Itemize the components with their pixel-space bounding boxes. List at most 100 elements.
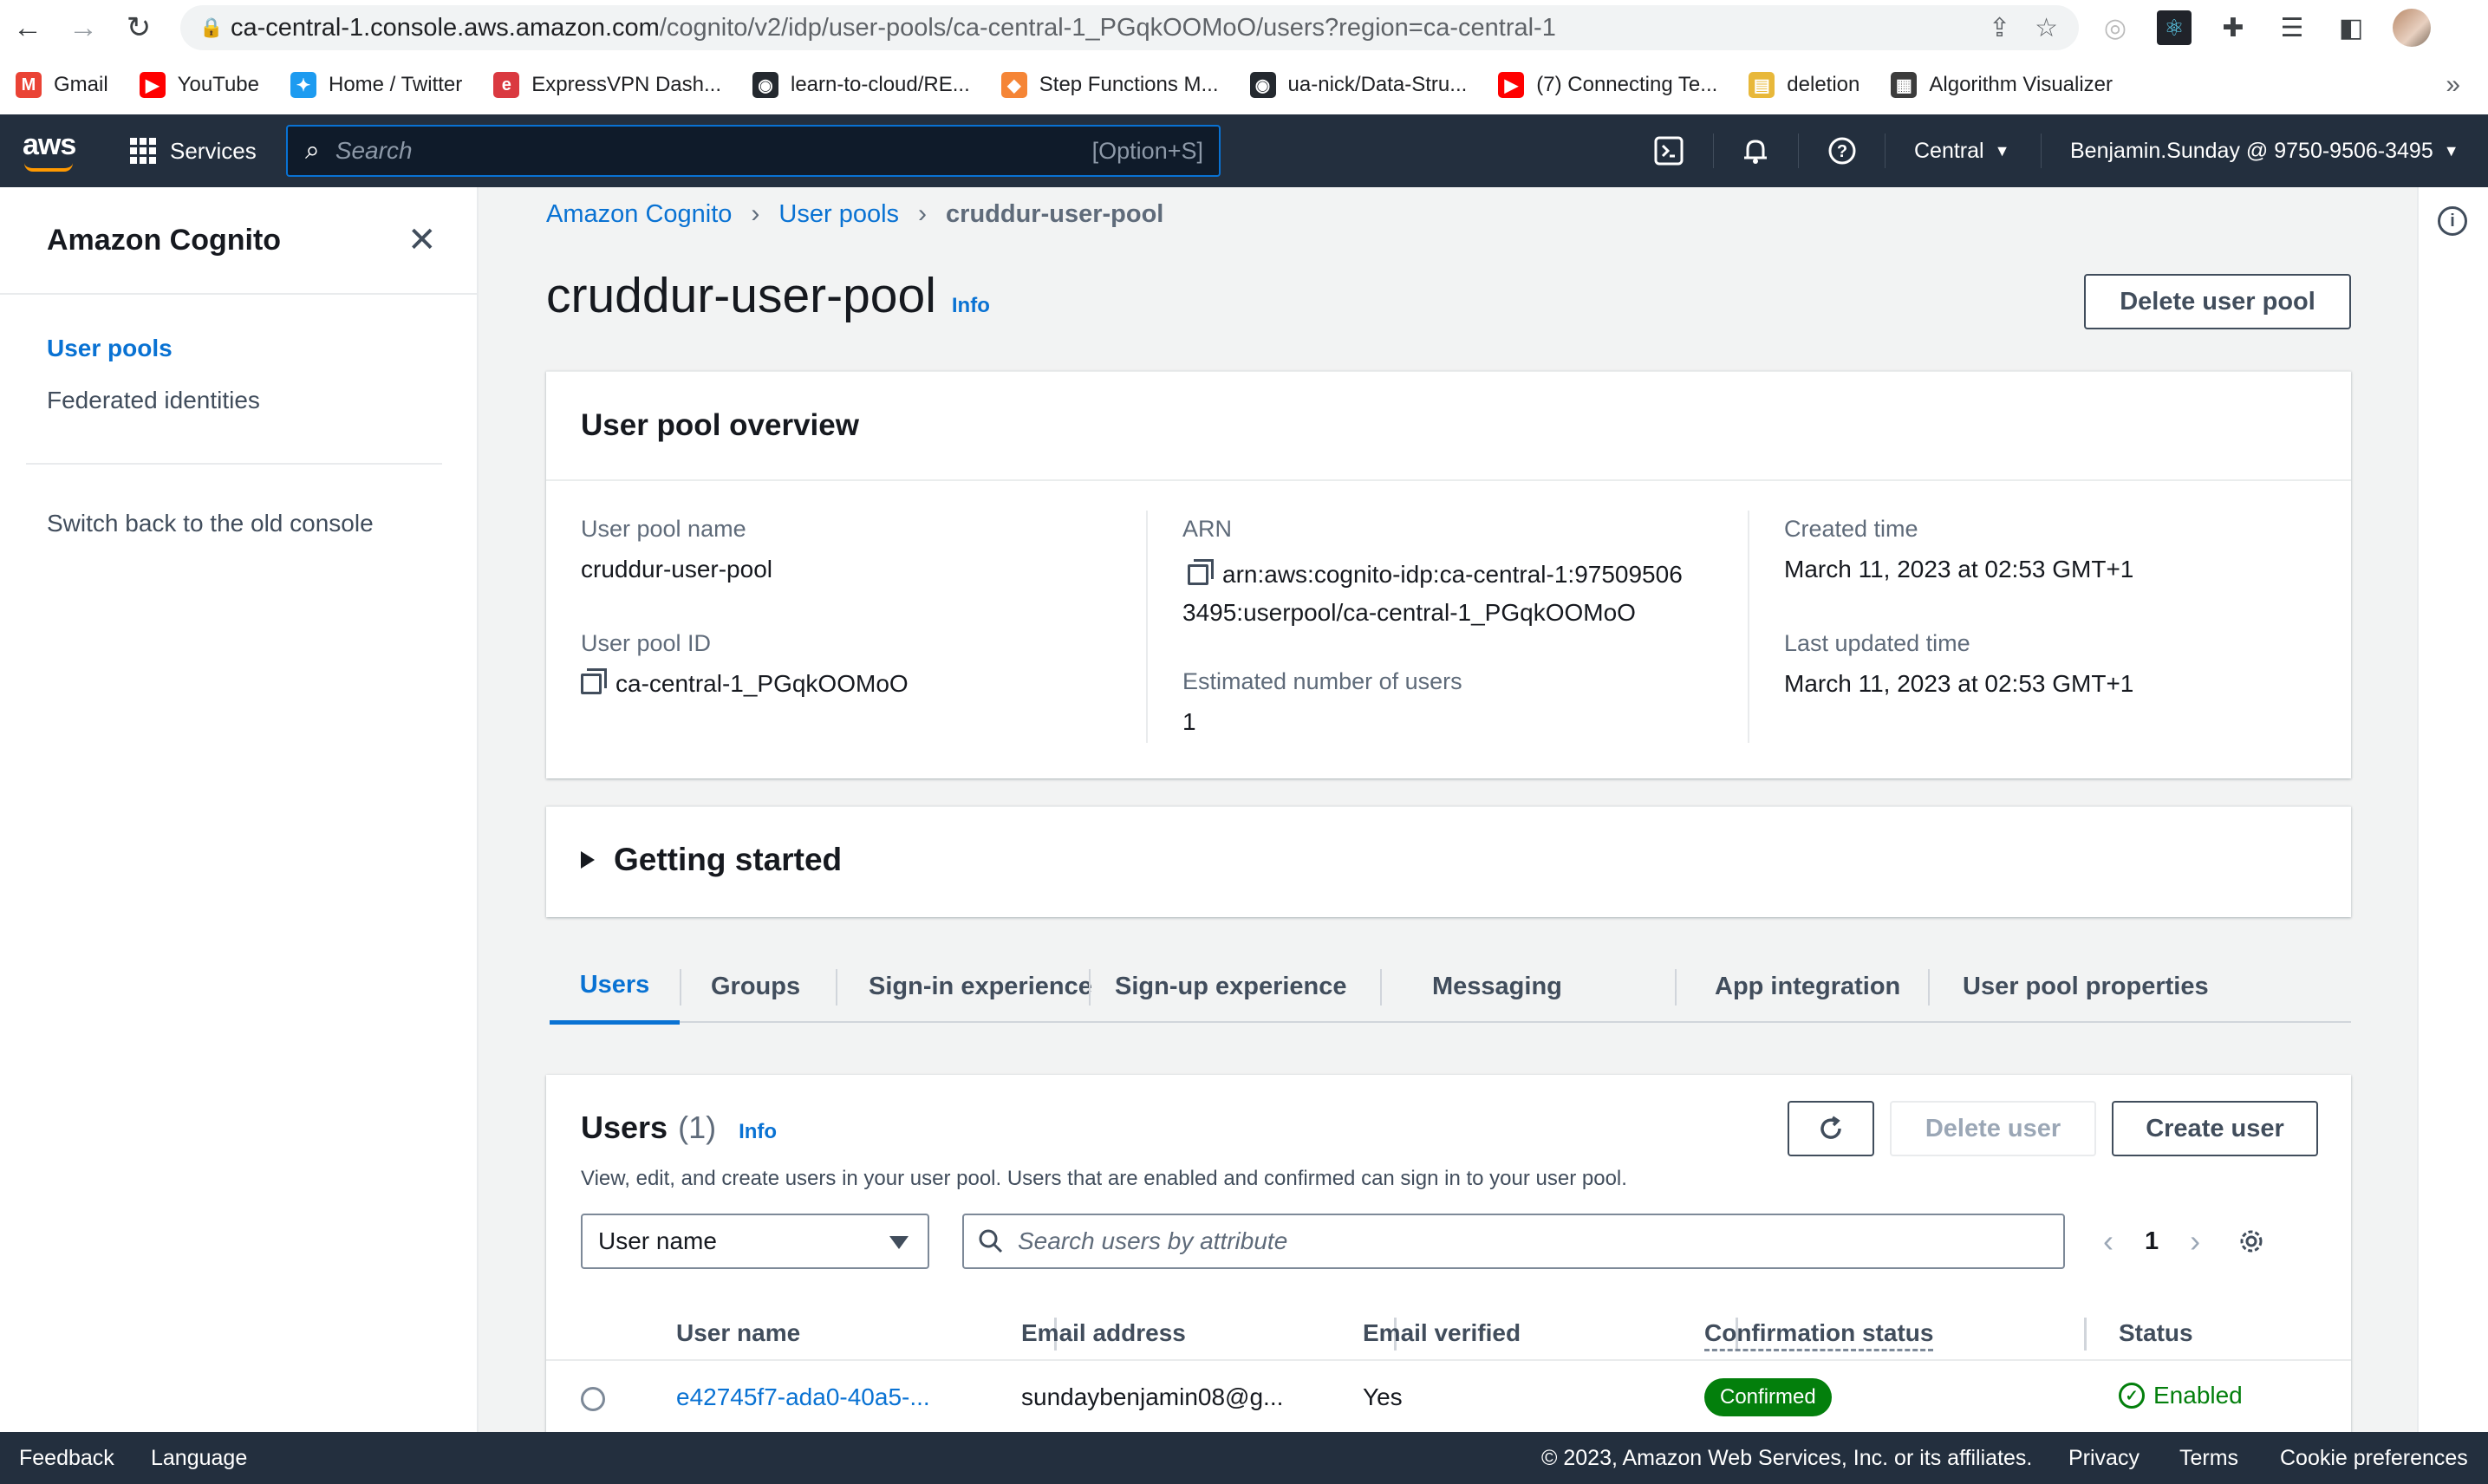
tab-messaging[interactable]: Messaging [1432, 950, 1562, 1023]
side-panel-icon[interactable]: ◧ [2334, 10, 2368, 45]
chevron-left-icon[interactable]: ‹ [2103, 1223, 2113, 1259]
users-info-link[interactable]: Info [739, 1120, 777, 1144]
close-icon[interactable]: ✕ [407, 220, 437, 260]
updated-time-value: March 11, 2023 at 02:53 GMT+1 [1784, 670, 2134, 697]
tab-sign-in-experience[interactable]: Sign-in experience [869, 950, 1092, 1023]
terms-link[interactable]: Terms [2179, 1446, 2238, 1471]
create-user-button[interactable]: Create user [2112, 1101, 2318, 1156]
arn-line-1: arn:aws:cognito-idp:ca-central-1:9750950… [1222, 561, 1683, 588]
refresh-button[interactable] [1788, 1101, 1874, 1156]
search-icon [979, 1229, 1003, 1253]
help-icon[interactable]: ? [1827, 114, 1857, 187]
puzzle-icon[interactable]: ✚ [2216, 10, 2250, 45]
bookmark-item[interactable]: ◆ Step Functions M... [1000, 72, 1219, 98]
tab-app-integration[interactable]: App integration [1715, 950, 1900, 1023]
bookmarks-overflow-button[interactable]: » [2446, 70, 2460, 100]
breadcrumb-user-pools[interactable]: User pools [778, 200, 899, 229]
users-title: Users [581, 1110, 668, 1145]
bookmark-label: Gmail [54, 73, 108, 96]
table-row[interactable]: e42745f7-ada0-40a5-... sundaybenjamin08@… [546, 1363, 2351, 1432]
forward-arrow-icon[interactable]: → [55, 0, 111, 55]
delete-user-pool-button[interactable]: Delete user pool [2084, 274, 2351, 329]
info-panel-icon[interactable]: i [2438, 206, 2467, 236]
getting-started-label: Getting started [614, 842, 843, 877]
copy-icon[interactable] [1188, 559, 1214, 585]
page-number[interactable]: 1 [2145, 1227, 2159, 1256]
feedback-link[interactable]: Feedback [19, 1446, 114, 1471]
region-selector[interactable]: Central ▼ [1914, 114, 2009, 187]
share-icon[interactable]: ⇪ [1989, 13, 2010, 43]
account-menu[interactable]: Benjamin.Sunday @ 9750-9506-3495 ▼ [2070, 114, 2459, 187]
bookmark-item[interactable]: ▶ (7) Connecting Te... [1498, 72, 1717, 98]
users-search-field[interactable] [962, 1214, 2065, 1269]
user-name-link[interactable]: e42745f7-ada0-40a5-... [676, 1383, 930, 1411]
getting-started-toggle[interactable]: Getting started [581, 842, 842, 878]
tab-groups[interactable]: Groups [711, 950, 800, 1023]
profile-avatar[interactable] [2393, 9, 2431, 47]
reload-icon[interactable]: ↻ [111, 0, 166, 55]
url-path: /cognito/v2/idp/user-pools/ca-central-1_… [659, 13, 1556, 42]
column-status[interactable]: Status [2119, 1319, 2193, 1347]
bookmark-item[interactable]: e ExpressVPN Dash... [493, 72, 721, 98]
bookmark-item[interactable]: ◉ learn-to-cloud/RE... [752, 72, 970, 98]
aws-cube-icon: ◆ [1000, 72, 1027, 98]
column-confirmation-status[interactable]: Confirmation status [1704, 1319, 1934, 1351]
reading-list-icon[interactable]: ☰ [2275, 10, 2309, 45]
check-circle-icon: ✓ [2119, 1383, 2145, 1409]
tab-sign-up-experience[interactable]: Sign-up experience [1115, 950, 1347, 1023]
extension-icon[interactable]: ◎ [2098, 10, 2133, 45]
bookmark-item[interactable]: M Gmail [16, 72, 108, 98]
bookmark-item[interactable]: ◉ ua-nick/Data-Stru... [1249, 72, 1467, 98]
breadcrumb-amazon-cognito[interactable]: Amazon Cognito [546, 200, 732, 229]
sidebar-item-user-pools[interactable]: User pools [47, 335, 173, 362]
react-devtools-icon[interactable]: ⚛ [2157, 10, 2192, 45]
settings-gear-icon[interactable] [2237, 1214, 2266, 1269]
delete-user-button[interactable]: Delete user [1890, 1101, 2096, 1156]
cloudshell-icon[interactable] [1654, 114, 1684, 187]
user-email-verified: Yes [1363, 1383, 1403, 1410]
caret-right-icon [581, 851, 595, 869]
tools-rail: i [2417, 187, 2488, 1432]
privacy-link[interactable]: Privacy [2068, 1446, 2140, 1471]
services-menu[interactable]: Services [130, 114, 257, 187]
lock-icon: 🔒 [199, 16, 224, 38]
chevron-right-icon[interactable]: › [2190, 1223, 2200, 1259]
bookmark-item[interactable]: ▦ Algorithm Visualizer [1891, 72, 2113, 98]
page-info-link[interactable]: Info [952, 294, 990, 318]
breadcrumb: Amazon Cognito › User pools › cruddur-us… [546, 199, 1163, 229]
sidebar-title: Amazon Cognito [47, 224, 282, 257]
column-email-verified[interactable]: Email verified [1363, 1319, 1521, 1347]
bookmark-item[interactable]: ▶ YouTube [139, 72, 259, 98]
confirmation-status-badge: Confirmed [1704, 1378, 1832, 1416]
bookmark-item[interactable]: ▤ deletion [1749, 72, 1859, 98]
users-search-input[interactable] [1018, 1227, 1971, 1255]
attribute-select[interactable]: User name [581, 1214, 929, 1269]
address-bar[interactable]: 🔒 ca-central-1.console.aws.amazon.com/co… [180, 5, 2079, 50]
cookie-preferences-link[interactable]: Cookie preferences [2280, 1446, 2468, 1471]
column-user-name[interactable]: User name [676, 1319, 800, 1347]
pool-id-row: ca-central-1_PGqkOOMoO [581, 668, 909, 698]
folder-icon: ▤ [1749, 72, 1775, 98]
bookmark-item[interactable]: ✦ Home / Twitter [290, 72, 462, 98]
back-arrow-icon[interactable]: ← [0, 0, 55, 55]
aws-logo[interactable]: aws [23, 128, 76, 162]
copy-icon[interactable] [581, 668, 607, 694]
pool-name-value: cruddur-user-pool [581, 556, 772, 583]
language-link[interactable]: Language [151, 1446, 247, 1471]
aws-search-bar[interactable]: ⌕ [Option+S] [286, 125, 1221, 177]
row-select-radio[interactable] [581, 1387, 605, 1411]
bookmark-star-icon[interactable]: ☆ [2035, 13, 2058, 43]
sidebar-item-federated-identities[interactable]: Federated identities [47, 387, 260, 414]
column-email-address[interactable]: Email address [1021, 1319, 1186, 1347]
tab-users[interactable]: Users [550, 950, 680, 1025]
arn-line-2: 3495:userpool/ca-central-1_PGqkOOMoO [1182, 599, 1636, 626]
switch-old-console-link[interactable]: Switch back to the old console [47, 510, 374, 537]
getting-started-panel[interactable]: Getting started [546, 806, 2351, 917]
bell-icon[interactable] [1741, 114, 1770, 187]
user-pool-tabs: Users Groups Sign-in experience Sign-up … [550, 950, 2351, 1025]
aws-search-input[interactable] [335, 137, 1064, 165]
algorithm-visualizer-icon: ▦ [1891, 72, 1918, 98]
bookmark-label: YouTube [177, 73, 259, 96]
tab-user-pool-properties[interactable]: User pool properties [1963, 950, 2209, 1023]
created-time-label: Created time [1784, 516, 1918, 542]
